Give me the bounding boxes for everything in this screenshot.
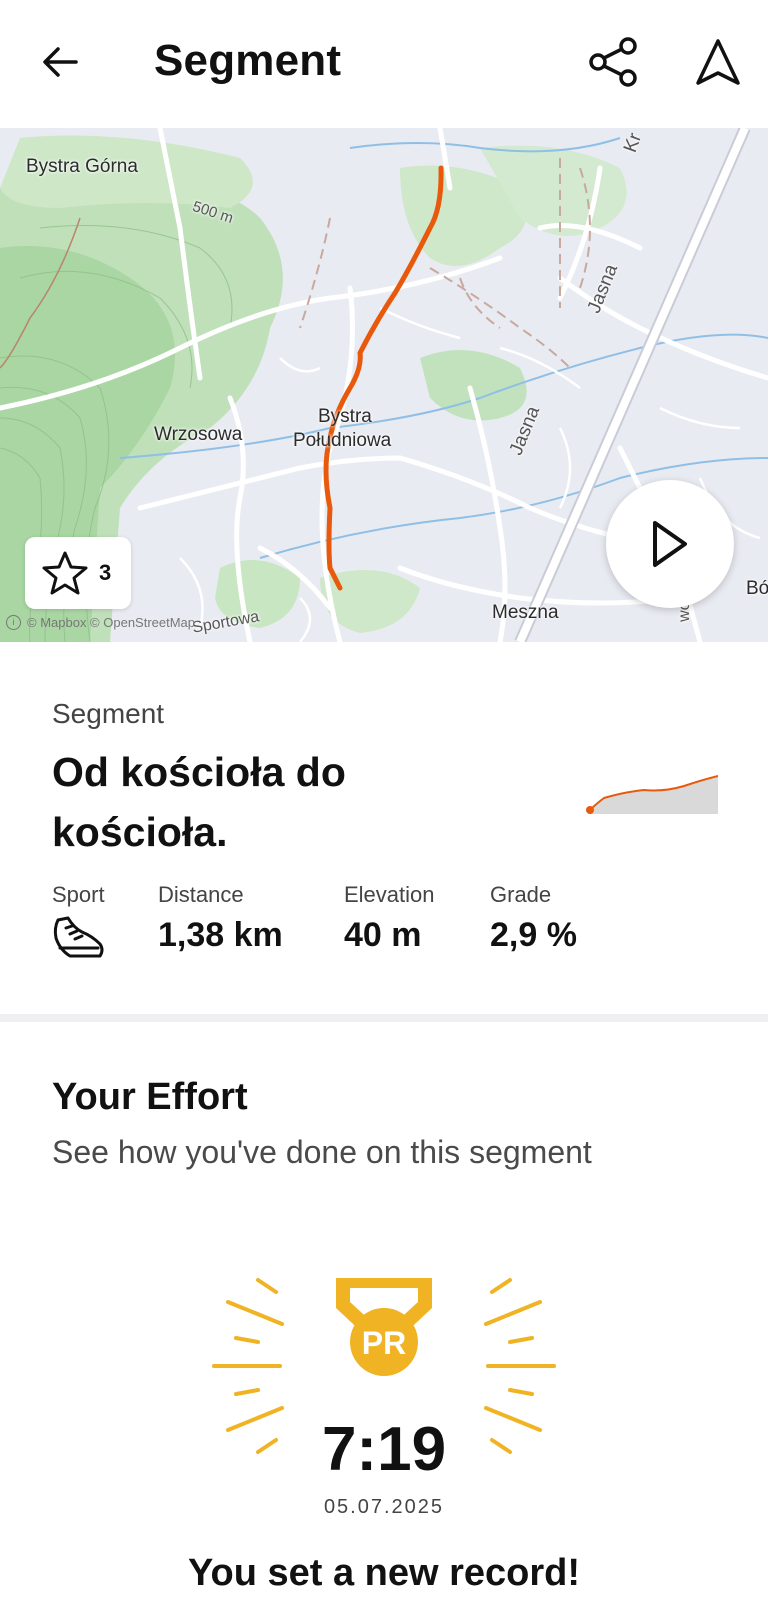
navigation-arrow-icon — [696, 39, 740, 85]
star-segment-button[interactable]: 3 — [25, 537, 131, 609]
star-outline-icon — [42, 551, 88, 595]
stat-elevation-value: 40 m — [344, 916, 422, 954]
stat-grade-label: Grade — [490, 882, 552, 907]
pr-date: 05.07.2025 — [323, 1496, 445, 1518]
elevation-profile — [586, 775, 718, 814]
effort-subtitle: See how you've done on this segment — [52, 1134, 592, 1170]
stat-elevation: Elevation 40 m — [344, 882, 435, 955]
navigate-button[interactable] — [686, 30, 750, 94]
map-label-bo: Bó — [746, 578, 768, 599]
your-effort-section: Your Effort See how you've done on this … — [0, 1022, 768, 1612]
segment-details: Segment Od kościoła do kościoła. Sport D… — [0, 642, 768, 1014]
stat-sport: Sport — [52, 882, 106, 969]
play-icon — [653, 521, 687, 567]
attribution-text: © Mapbox © OpenStreetMap — [27, 615, 196, 630]
stat-distance: Distance 1,38 km — [158, 882, 283, 955]
arrow-left-icon — [43, 47, 78, 77]
pr-message: You set a new record! — [187, 1552, 581, 1594]
top-app-bar: Segment — [0, 0, 768, 128]
segment-name: Od kościoła do kościoła. — [52, 749, 346, 855]
map-label-bystra: Bystra — [318, 406, 372, 427]
page-title: Segment — [154, 36, 342, 85]
star-count: 3 — [99, 560, 112, 585]
stat-grade: Grade 2,9 % — [490, 882, 577, 955]
back-button[interactable] — [28, 30, 92, 94]
running-shoe-icon — [53, 916, 104, 958]
stat-distance-label: Distance — [158, 882, 244, 907]
stat-sport-label: Sport — [52, 882, 105, 907]
map-label-poludniowa: Południowa — [293, 430, 392, 451]
info-icon[interactable]: i — [6, 615, 21, 630]
stat-elevation-label: Elevation — [344, 882, 435, 907]
section-divider — [0, 1014, 768, 1022]
share-button[interactable] — [582, 30, 646, 94]
effort-title: Your Effort — [52, 1076, 248, 1118]
map-attribution[interactable]: i © Mapbox © OpenStreetMap — [6, 615, 195, 630]
stat-distance-value: 1,38 km — [158, 916, 283, 954]
segment-kicker: Segment — [52, 698, 165, 729]
pr-badge-text: PR — [362, 1325, 406, 1361]
pr-time: 7:19 — [321, 1415, 447, 1484]
map-label-wrzosowa: Wrzosowa — [154, 424, 243, 445]
stat-grade-value: 2,9 % — [490, 916, 577, 954]
share-icon — [589, 37, 637, 87]
play-flyover-button[interactable] — [606, 480, 734, 608]
map-label-bystra-gorna: Bystra Górna — [26, 156, 138, 177]
map-label-meszna: Meszna — [492, 602, 559, 623]
